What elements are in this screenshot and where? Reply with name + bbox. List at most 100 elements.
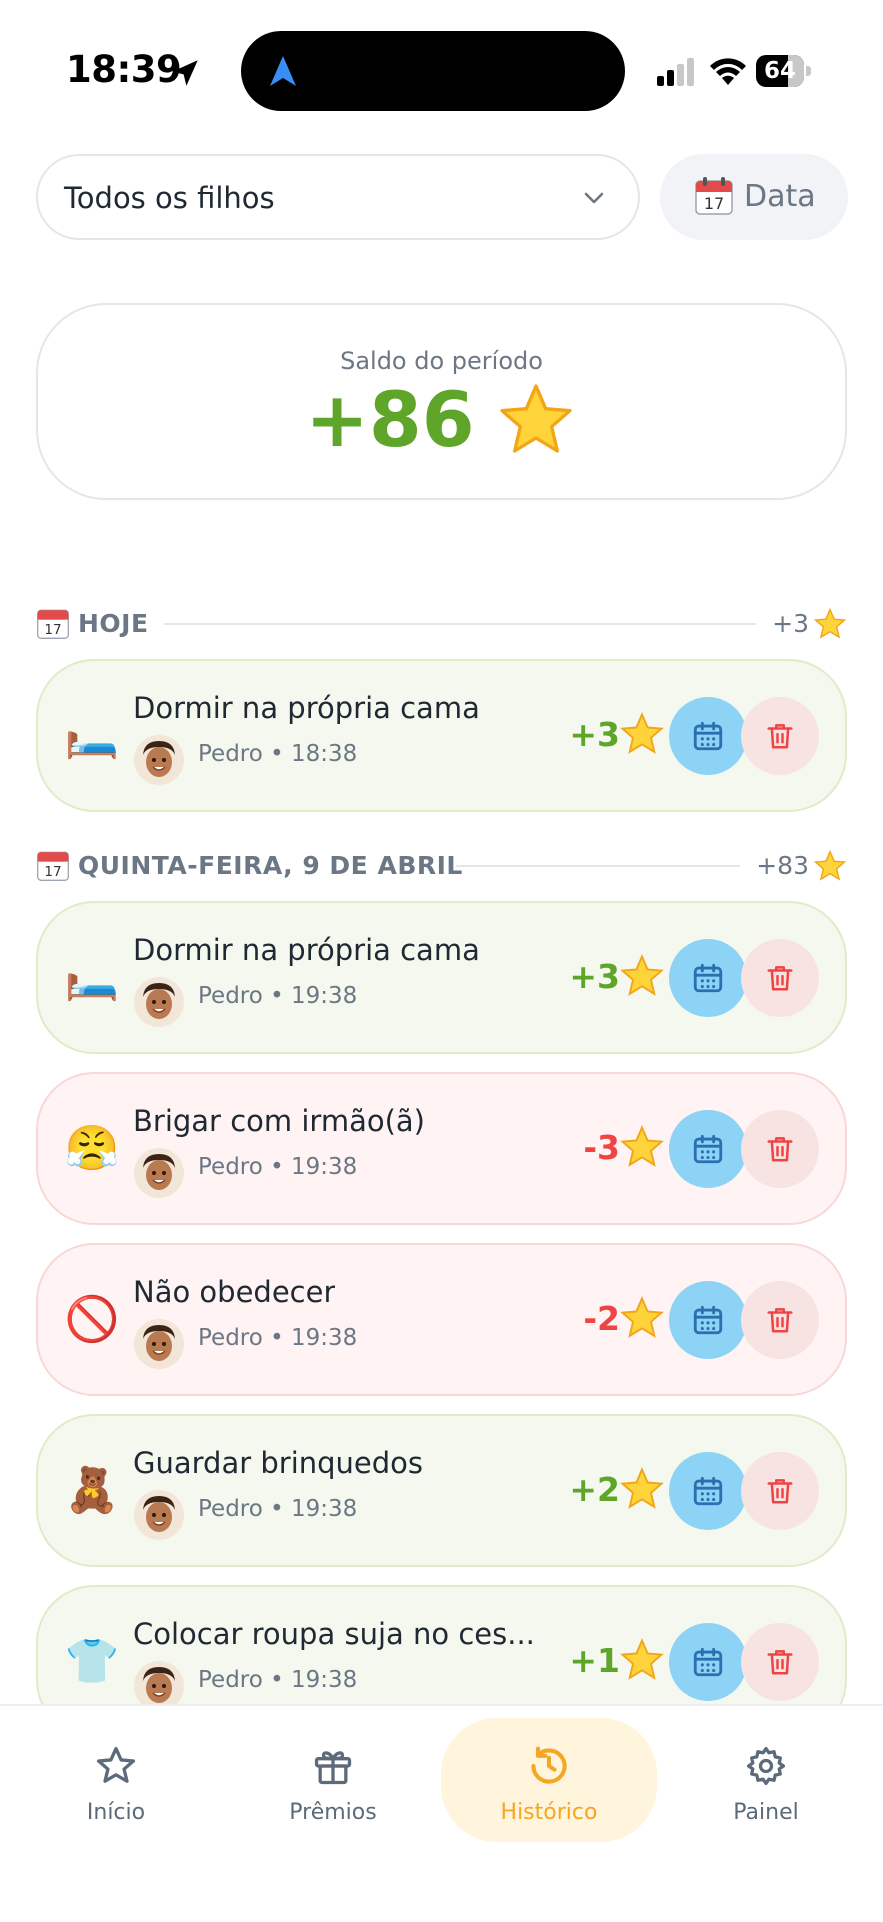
teddy-bear-icon: 🧸 (64, 1465, 120, 1516)
delete-entry-button[interactable] (741, 697, 819, 775)
tab-historico[interactable]: Histórico (441, 1718, 657, 1842)
calendar-icon (693, 963, 723, 993)
trash-icon (767, 1650, 793, 1675)
tab-inicio[interactable]: Início (8, 1718, 224, 1842)
avatar (134, 1490, 184, 1540)
trash-icon (767, 1308, 793, 1333)
change-date-button[interactable] (669, 697, 747, 775)
entry-meta: Pedro • 18:38 (198, 741, 358, 767)
history-entry: 🛏️ Dormir na própria cama Pedro • 18:38 … (36, 659, 847, 812)
balance-value: +86 (305, 375, 475, 464)
star-icon (500, 383, 572, 453)
delete-entry-button[interactable] (741, 1281, 819, 1359)
delete-entry-button[interactable] (741, 1452, 819, 1530)
section-divider (456, 865, 740, 867)
star-icon (96, 1746, 136, 1783)
star-icon (620, 712, 664, 754)
svg-text:17: 17 (44, 622, 61, 638)
calendar-icon (693, 1476, 723, 1506)
section-title: HOJE (78, 609, 149, 638)
status-time: 18:39 (66, 48, 182, 91)
svg-text:17: 17 (44, 864, 61, 880)
calendar-icon: 17 (695, 177, 733, 215)
entry-points: -2 (583, 1299, 620, 1338)
calendar-icon: 17 (37, 851, 69, 881)
entry-title: Dormir na própria cama (133, 933, 480, 967)
star-icon (620, 1467, 664, 1509)
bed-icon: 🛏️ (64, 952, 120, 1003)
trash-icon (767, 724, 793, 749)
status-bar: 18:39 64 (0, 0, 883, 140)
delete-entry-button[interactable] (741, 939, 819, 1017)
location-arrow-icon (172, 60, 198, 86)
chevron-down-icon (584, 192, 604, 204)
entry-points: +3 (569, 715, 620, 754)
calendar-icon (693, 1305, 723, 1335)
change-date-button[interactable] (669, 939, 747, 1017)
section-header-thursday: 17 QUINTA-FEIRA, 9 DE ABRIL +83 (36, 846, 847, 886)
shirt-icon: 👕 (64, 1636, 120, 1687)
star-icon (620, 954, 664, 996)
battery-level: 64 (763, 58, 796, 84)
gear-icon (746, 1746, 786, 1786)
period-balance-card: Saldo do período +86 (36, 303, 847, 500)
star-icon (620, 1638, 664, 1680)
entry-points: +2 (569, 1470, 620, 1509)
section-divider (164, 623, 756, 625)
avatar (134, 977, 184, 1027)
change-date-button[interactable] (669, 1623, 747, 1701)
tab-label: Histórico (500, 1800, 598, 1825)
tab-label: Início (86, 1800, 146, 1825)
avatar (134, 1148, 184, 1198)
navigation-arrow-icon (270, 56, 296, 86)
balance-label: Saldo do período (340, 347, 543, 375)
trash-icon (767, 1479, 793, 1504)
trash-icon (767, 1137, 793, 1162)
avatar (134, 1319, 184, 1369)
entry-meta: Pedro • 19:38 (198, 1325, 358, 1351)
entry-title: Não obedecer (133, 1275, 336, 1309)
change-date-button[interactable] (669, 1281, 747, 1359)
history-entry: 🧸 Guardar brinquedos Pedro • 19:38 +2 (36, 1414, 847, 1567)
calendar-icon (693, 1134, 723, 1164)
star-icon (620, 1125, 664, 1167)
date-filter-label: Data (744, 179, 816, 214)
gift-icon (314, 1751, 352, 1785)
star-icon (813, 849, 847, 881)
change-date-button[interactable] (669, 1110, 747, 1188)
entry-meta: Pedro • 19:38 (198, 1667, 358, 1693)
history-icon (531, 1746, 567, 1784)
dynamic-island (241, 31, 625, 111)
delete-entry-button[interactable] (741, 1623, 819, 1701)
star-icon (620, 1296, 664, 1338)
entry-title: Guardar brinquedos (133, 1446, 424, 1480)
entry-points: -3 (583, 1128, 620, 1167)
prohibited-icon: 🚫 (64, 1294, 120, 1345)
calendar-icon (693, 1647, 723, 1677)
avatar (134, 735, 184, 785)
bottom-tab-bar: Início Prêmios Histórico Painel (0, 1704, 883, 1922)
section-total: +83 (756, 851, 809, 880)
change-date-button[interactable] (669, 1452, 747, 1530)
entry-meta: Pedro • 19:38 (198, 983, 358, 1009)
calendar-icon: 17 (37, 609, 69, 639)
history-entry: 😤 Brigar com irmão(ã) Pedro • 19:38 -3 (36, 1072, 847, 1225)
tab-label: Prêmios (289, 1800, 377, 1825)
battery-indicator: 64 (756, 55, 812, 87)
delete-entry-button[interactable] (741, 1110, 819, 1188)
bed-icon: 🛏️ (64, 710, 120, 761)
tab-painel[interactable]: Painel (658, 1718, 874, 1842)
section-total: +3 (772, 609, 809, 638)
star-icon (813, 607, 847, 639)
tab-premios[interactable]: Prêmios (225, 1718, 441, 1842)
svg-text:17: 17 (704, 194, 724, 213)
child-filter-select[interactable]: Todos os filhos (36, 154, 640, 240)
section-header-today: 17 HOJE +3 (36, 604, 847, 644)
entry-points: +3 (569, 957, 620, 996)
wifi-icon (710, 58, 746, 85)
date-filter-button[interactable]: 17 Data (660, 154, 848, 240)
tab-label: Painel (733, 1800, 799, 1825)
history-entry: 🛏️ Dormir na própria cama Pedro • 19:38 … (36, 901, 847, 1054)
entry-title: Colocar roupa suja no ces... (133, 1617, 535, 1651)
entry-points: +1 (569, 1641, 620, 1680)
